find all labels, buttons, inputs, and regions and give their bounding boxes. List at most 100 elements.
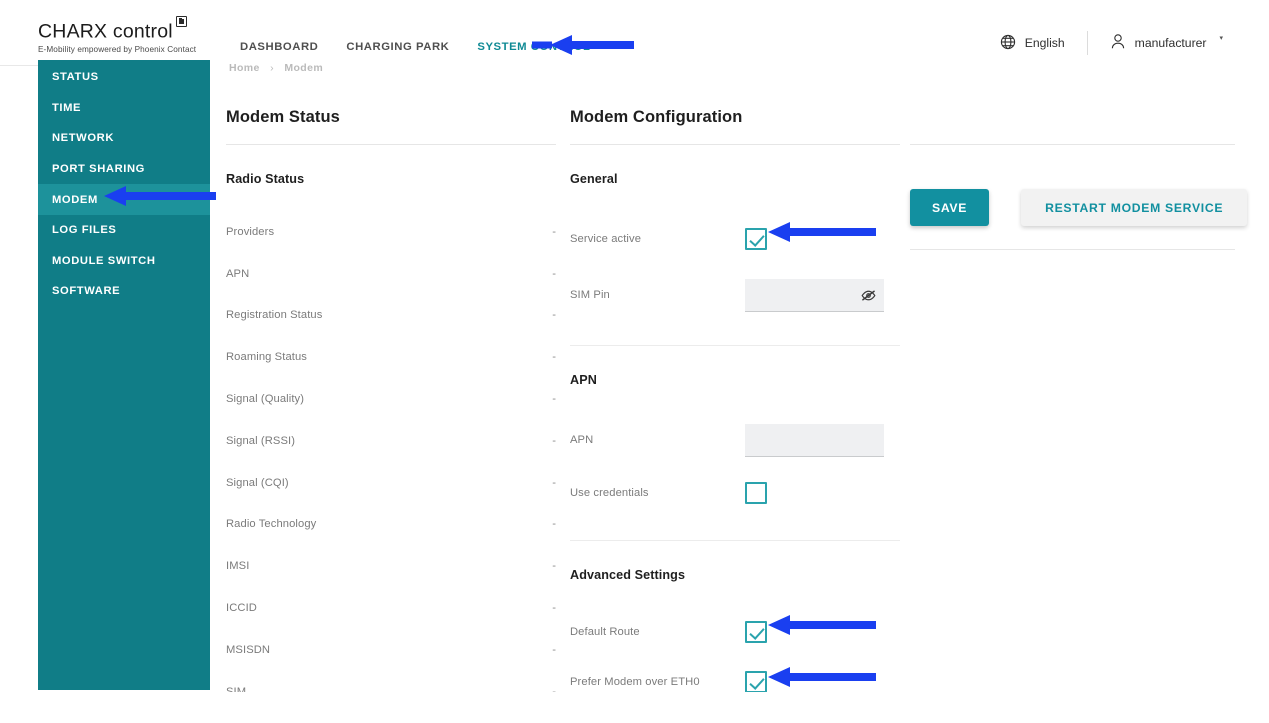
default-route-checkbox[interactable] bbox=[745, 621, 767, 643]
app-header: CHARX control E-Mobility empowered by Ph… bbox=[0, 0, 1269, 66]
status-value: - bbox=[552, 602, 556, 615]
user-icon bbox=[1110, 33, 1126, 53]
actions-divider-bottom bbox=[910, 249, 1235, 250]
top-navigation: DASHBOARD CHARGING PARK SYSTEM CONTROL bbox=[226, 0, 605, 66]
status-row-roaming-status: Roaming Status - bbox=[226, 336, 556, 378]
use-credentials-checkbox[interactable] bbox=[745, 482, 767, 504]
sidebar-item-software[interactable]: SOFTWARE bbox=[38, 276, 210, 307]
status-row-providers: Providers - bbox=[226, 211, 556, 253]
charx-control-app: CHARX control E-Mobility empowered by Ph… bbox=[0, 0, 1269, 723]
sidebar-item-module-switch[interactable]: MODULE SWITCH bbox=[38, 246, 210, 277]
breadcrumb-separator: › bbox=[270, 62, 275, 74]
apn-group-title: APN bbox=[570, 373, 597, 387]
sim-pin-field bbox=[745, 278, 900, 312]
phoenix-contact-logo-icon bbox=[175, 16, 187, 27]
status-row-apn: APN - bbox=[226, 253, 556, 295]
tab-system-control[interactable]: SYSTEM CONTROL bbox=[463, 0, 605, 66]
prefer-modem-label: Prefer Modem over ETH0 bbox=[570, 676, 700, 688]
default-route-field bbox=[745, 621, 900, 643]
main-content: Home › Modem Modem Status Radio Status P… bbox=[210, 60, 1269, 692]
apn-field bbox=[745, 423, 900, 457]
status-label: IMSI bbox=[226, 560, 250, 573]
row-service-active: Service active bbox=[570, 211, 900, 267]
modem-configuration-panel: Modem Configuration General Service acti… bbox=[570, 86, 900, 692]
row-use-credentials: Use credentials bbox=[570, 468, 900, 518]
apn-group: APN APN Use credentials bbox=[570, 346, 900, 541]
sidebar-item-log-files[interactable]: LOG FILES bbox=[38, 215, 210, 246]
status-row-registration-status: Registration Status - bbox=[226, 295, 556, 337]
radio-status-group: Radio Status Providers - APN - Registrat… bbox=[226, 145, 556, 692]
service-active-field bbox=[745, 228, 900, 250]
status-row-iccid: ICCID - bbox=[226, 587, 556, 629]
actions-buttons: SAVE RESTART MODEM SERVICE bbox=[910, 145, 1248, 226]
user-label: manufacturer bbox=[1134, 36, 1207, 50]
general-group: General Service active SIM Pin bbox=[570, 145, 900, 346]
status-value: - bbox=[552, 434, 556, 447]
prefer-modem-field bbox=[745, 671, 900, 692]
breadcrumb-home[interactable]: Home bbox=[229, 62, 260, 74]
actions-panel: SAVE RESTART MODEM SERVICE bbox=[910, 86, 1248, 692]
apn-input[interactable] bbox=[745, 423, 884, 456]
modem-configuration-title: Modem Configuration bbox=[570, 108, 743, 126]
row-default-route: Default Route bbox=[570, 607, 900, 657]
save-button[interactable]: SAVE bbox=[910, 189, 990, 226]
status-label: ICCID bbox=[226, 602, 257, 615]
sidebar-item-port-sharing[interactable]: PORT SHARING bbox=[38, 154, 210, 185]
eye-off-icon[interactable] bbox=[859, 285, 878, 304]
modem-status-panel: Modem Status Radio Status Providers - AP… bbox=[226, 86, 556, 692]
sidebar-navigation: STATUS TIME NETWORK PORT SHARING MODEM L… bbox=[38, 60, 210, 690]
status-value: - bbox=[552, 560, 556, 573]
status-row-msisdn: MSISDN - bbox=[226, 629, 556, 671]
brand-title: CHARX control bbox=[38, 20, 173, 43]
status-row-signal-cqi: Signal (CQI) - bbox=[226, 462, 556, 504]
brand-logo: CHARX control E-Mobility empowered by Ph… bbox=[38, 16, 228, 54]
status-row-signal-quality: Signal (Quality) - bbox=[226, 378, 556, 420]
sidebar-item-network[interactable]: NETWORK bbox=[38, 123, 210, 154]
status-label: Signal (RSSI) bbox=[226, 434, 296, 447]
radio-status-title: Radio Status bbox=[226, 172, 305, 186]
sim-pin-label: SIM Pin bbox=[570, 289, 610, 301]
status-row-imsi: IMSI - bbox=[226, 545, 556, 587]
status-label: Radio Technology bbox=[226, 518, 317, 531]
sidebar-item-modem[interactable]: MODEM bbox=[38, 184, 210, 215]
sidebar-item-time[interactable]: TIME bbox=[38, 93, 210, 124]
status-label: Roaming Status bbox=[226, 351, 307, 364]
status-value: - bbox=[552, 309, 556, 322]
tab-dashboard[interactable]: DASHBOARD bbox=[226, 0, 332, 66]
status-label: Providers bbox=[226, 225, 275, 238]
use-credentials-field bbox=[745, 482, 900, 504]
content-columns: Modem Status Radio Status Providers - AP… bbox=[210, 86, 1269, 692]
globe-icon bbox=[1000, 34, 1016, 53]
tab-charging-park[interactable]: CHARGING PARK bbox=[332, 0, 463, 66]
brand-title-row: CHARX control bbox=[38, 16, 228, 43]
actions-header-spacer bbox=[910, 86, 1235, 144]
row-sim-pin: SIM Pin bbox=[570, 267, 900, 323]
status-value: - bbox=[552, 393, 556, 406]
status-label: SIM bbox=[226, 685, 247, 692]
brand-subtitle: E-Mobility empowered by Phoenix Contact bbox=[38, 44, 197, 54]
row-prefer-modem: Prefer Modem over ETH0 bbox=[570, 657, 900, 692]
sidebar-item-status[interactable]: STATUS bbox=[38, 62, 210, 93]
status-value: - bbox=[552, 351, 556, 364]
row-apn: APN bbox=[570, 412, 900, 468]
service-active-checkbox[interactable] bbox=[745, 228, 767, 250]
language-selector[interactable]: English bbox=[978, 34, 1087, 53]
use-credentials-label: Use credentials bbox=[570, 487, 649, 499]
status-value: - bbox=[552, 476, 556, 489]
status-label: APN bbox=[226, 267, 250, 280]
service-active-label: Service active bbox=[570, 233, 642, 245]
prefer-modem-checkbox[interactable] bbox=[745, 671, 767, 692]
restart-modem-service-button[interactable]: RESTART MODEM SERVICE bbox=[1021, 189, 1248, 226]
user-menu[interactable]: manufacturer ▾ bbox=[1088, 33, 1245, 53]
status-value: - bbox=[552, 225, 556, 238]
sim-pin-input-wrapper[interactable] bbox=[745, 278, 884, 312]
chevron-down-icon: ▾ bbox=[1219, 35, 1223, 42]
status-row-radio-technology: Radio Technology - bbox=[226, 504, 556, 546]
language-label: English bbox=[1024, 36, 1065, 50]
status-value: - bbox=[552, 643, 556, 656]
status-row-sim: SIM - bbox=[226, 671, 556, 692]
status-value: - bbox=[552, 267, 556, 280]
status-label: Signal (Quality) bbox=[226, 393, 305, 406]
default-route-label: Default Route bbox=[570, 626, 640, 638]
apn-input-wrapper[interactable] bbox=[745, 423, 884, 457]
